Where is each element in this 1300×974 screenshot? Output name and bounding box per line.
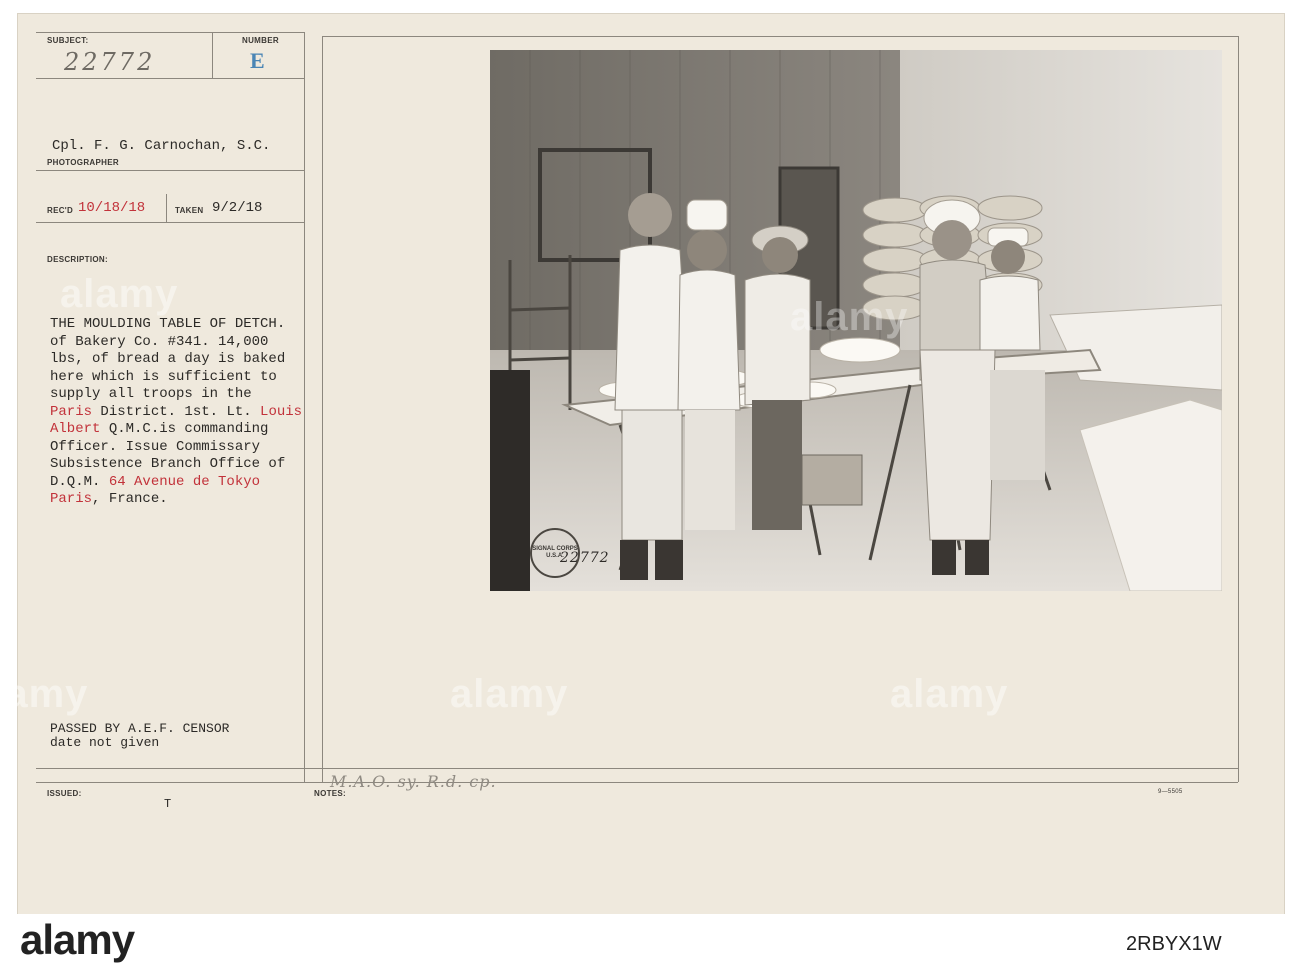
red-text: Albert — [50, 421, 101, 437]
description-line: supply all troops in the — [50, 386, 252, 402]
recd-value: 10/18/18 — [78, 200, 146, 216]
description-line: Officer. Issue Commissary — [50, 438, 261, 455]
description-line: Subsistence Branch Office of — [50, 456, 286, 472]
form-number: 9—5505 — [1158, 789, 1183, 795]
description-line: Paris, France. — [50, 491, 302, 509]
description-line: of Bakery Co. #341. 14,000 — [50, 333, 269, 350]
censor-line: PASSED BY A.E.F. CENSOR — [50, 721, 230, 736]
footer-bar — [0, 914, 1300, 974]
watermark: alamy — [450, 672, 569, 716]
subject-value: 22772 — [64, 48, 156, 76]
description-line: D.Q.M. 64 Avenue de Tokyo — [50, 474, 302, 492]
photographer-value: Cpl. F. G. Carnochan, S.C. — [52, 138, 271, 154]
number-stamp: E — [250, 48, 265, 73]
description-line: here which is sufficient to — [50, 368, 277, 385]
red-text: Paris — [50, 403, 93, 420]
divider-line — [166, 194, 167, 222]
recd-label: REC'D — [47, 206, 74, 215]
taken-value: 9/2/18 — [212, 200, 263, 216]
brand-logo[interactable]: alamy — [20, 916, 135, 964]
censor-date: date not given — [50, 735, 160, 750]
divider-line — [322, 36, 323, 782]
image-id: 2RBYX1W — [1126, 933, 1222, 955]
watermark: alamy — [0, 672, 89, 716]
notes-handwriting: M.A.O. sy. R.d. cp. — [330, 772, 497, 791]
bakery-photograph: alamy SIGNAL CORPS U.S.A. 22772 — [490, 50, 1222, 591]
divider-line — [36, 222, 304, 223]
divider-line — [322, 36, 1238, 37]
divider-line — [304, 32, 305, 782]
watermark: alamy — [890, 672, 1009, 716]
photo-negative-number: 22772 — [560, 550, 610, 566]
red-text: 64 Avenue de Tokyo — [108, 473, 261, 490]
divider-line — [36, 782, 1238, 783]
divider-line — [36, 768, 1238, 769]
red-text: Louis — [260, 403, 303, 420]
issued-label: ISSUED: — [47, 789, 82, 798]
divider-line — [212, 32, 213, 78]
divider-line — [36, 32, 304, 33]
divider-line — [1238, 36, 1239, 782]
description-body: THE MOULDING TABLE OF DETCH. of Bakery C… — [50, 316, 302, 509]
watermark: alamy — [60, 272, 179, 316]
number-label: NUMBER — [242, 36, 279, 45]
black-text: Q.M.C.is commanding — [100, 421, 269, 437]
black-text: D.Q.M. — [50, 473, 109, 490]
taken-label: TAKEN — [175, 206, 204, 215]
red-text: Paris — [50, 491, 93, 507]
description-line: Paris District. 1st. Lt. Louis — [50, 404, 302, 422]
black-text: , France. — [92, 491, 168, 507]
description-line: Albert Q.M.C.is commanding — [50, 421, 302, 439]
issued-value: T — [164, 797, 172, 811]
photographer-label: PHOTOGRAPHER — [47, 158, 119, 167]
divider-line — [36, 170, 304, 171]
photo-watermark: alamy — [790, 295, 909, 339]
black-text: District. 1st. Lt. — [92, 403, 261, 420]
description-line: THE MOULDING TABLE OF DETCH. — [50, 316, 286, 332]
subject-label: SUBJECT: — [47, 36, 89, 45]
description-label: DESCRIPTION: — [47, 255, 108, 264]
divider-line — [36, 78, 304, 79]
description-line: lbs, of bread a day is baked — [50, 351, 286, 367]
